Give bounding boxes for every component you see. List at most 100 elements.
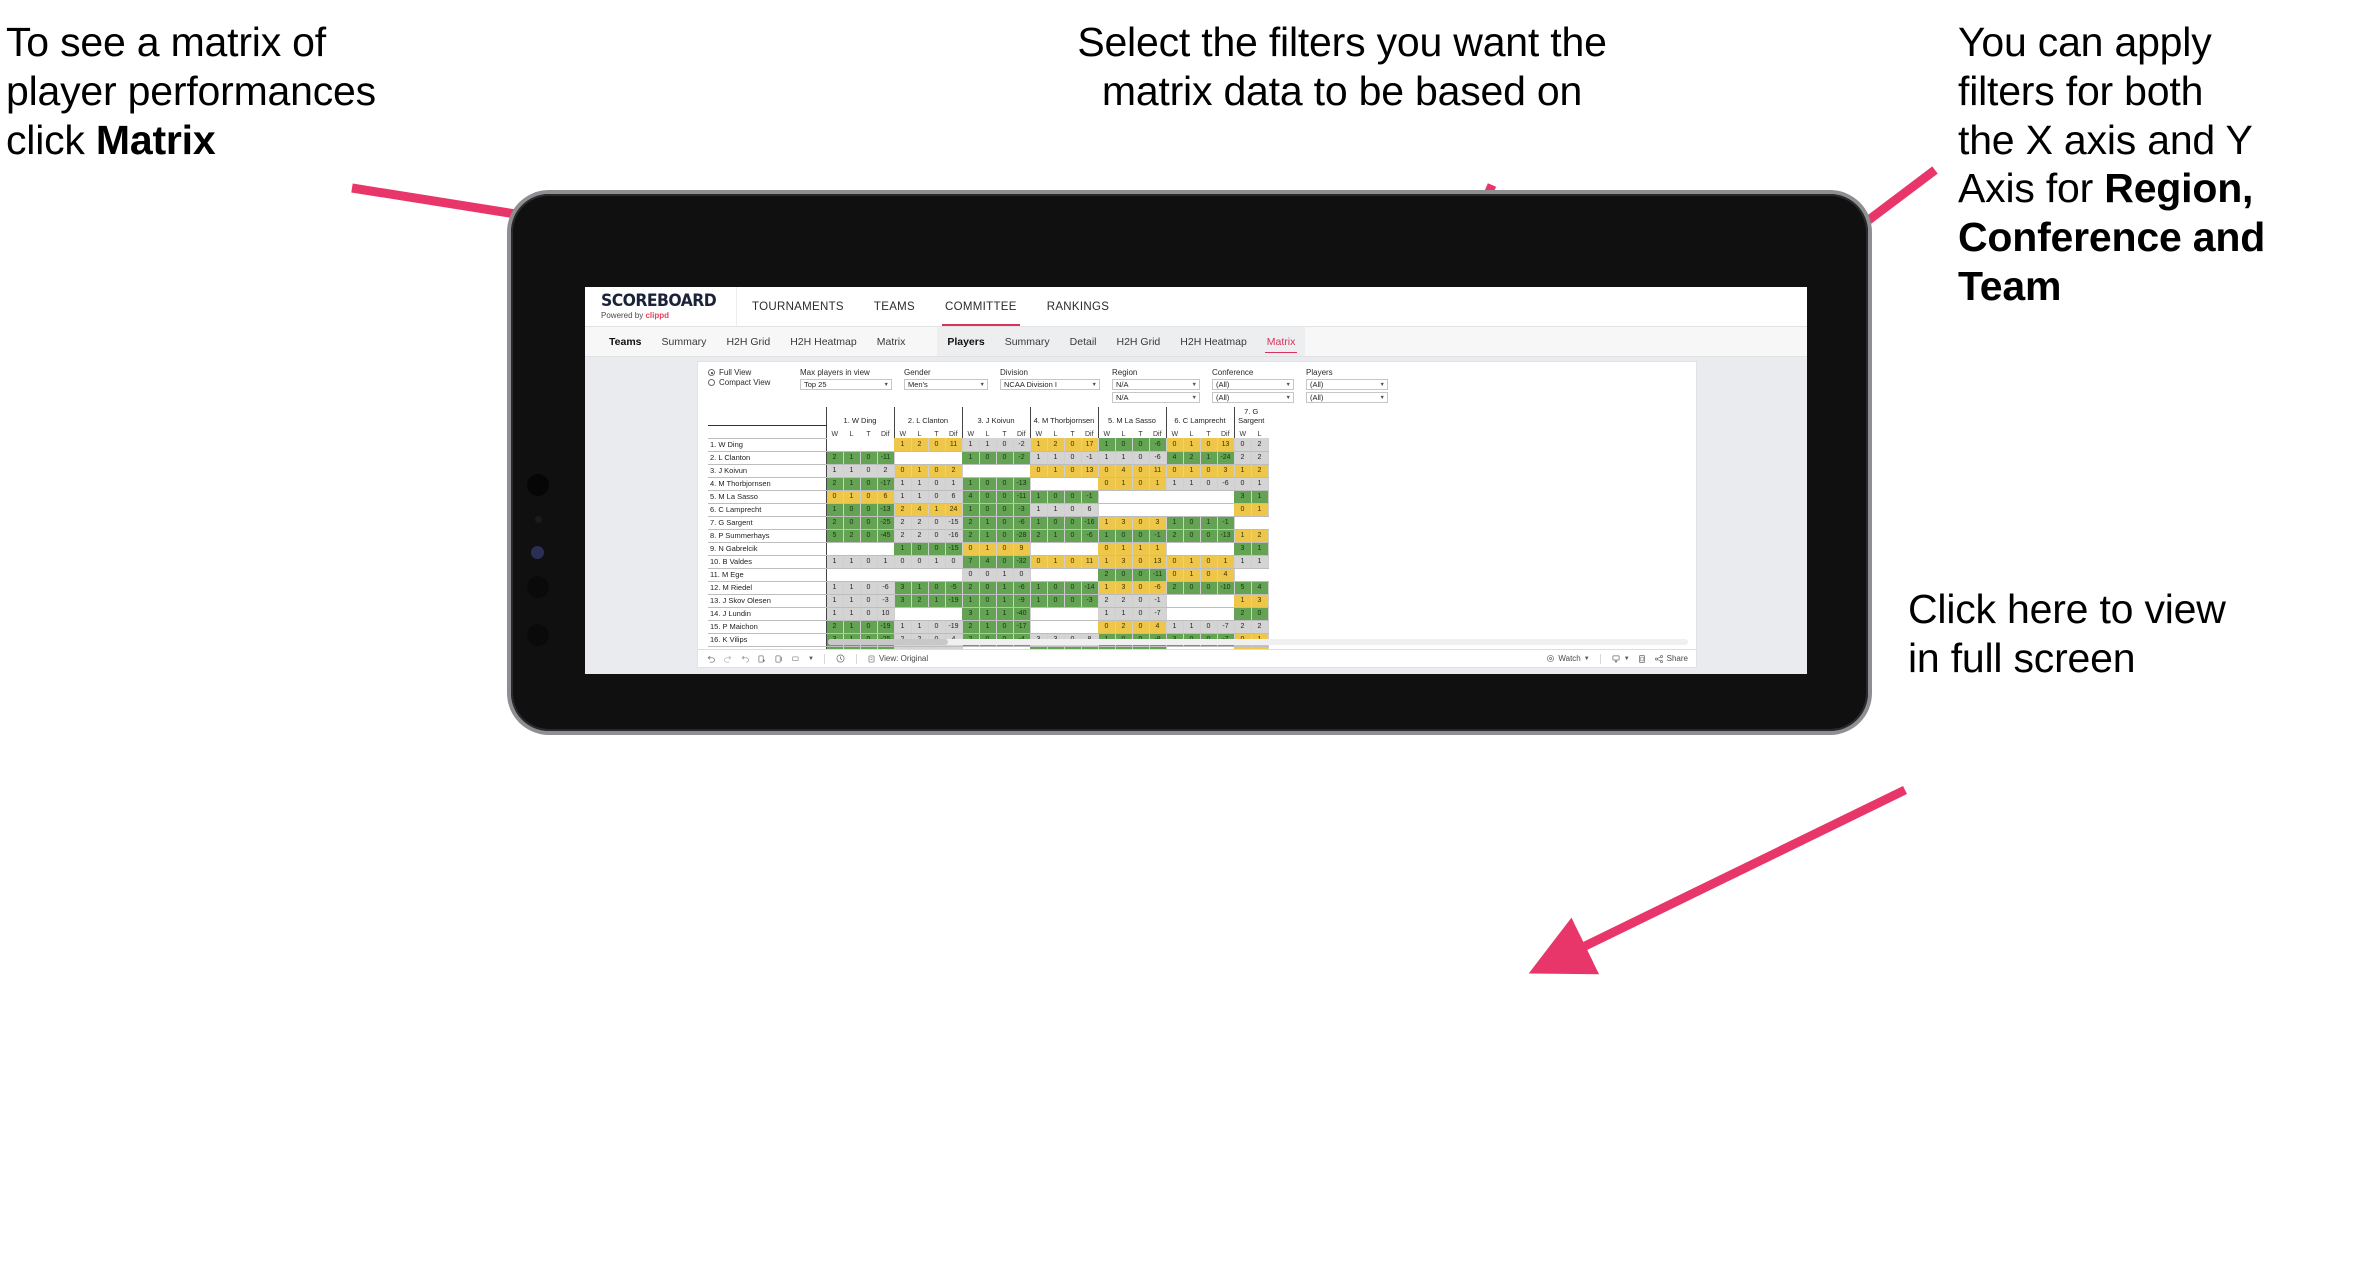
- matrix-cell[interactable]: 1: [843, 594, 861, 608]
- pause-icon[interactable]: [774, 654, 784, 664]
- matrix-cell[interactable]: 0: [1132, 451, 1150, 465]
- matrix-cell[interactable]: -1: [1149, 529, 1167, 543]
- matrix-cell[interactable]: 0: [1097, 620, 1116, 634]
- matrix-cell[interactable]: 1: [1115, 451, 1133, 465]
- matrix-cell[interactable]: -10: [1217, 581, 1235, 595]
- matrix-cell[interactable]: -17: [877, 477, 895, 491]
- matrix-cell[interactable]: 1: [825, 607, 844, 621]
- matrix-cell[interactable]: 2: [825, 477, 844, 491]
- matrix-cell[interactable]: 1: [1183, 477, 1201, 491]
- matrix-cell[interactable]: 1: [893, 542, 912, 556]
- matrix-scrollbar-thumb[interactable]: [828, 639, 948, 645]
- matrix-cell[interactable]: 1: [1233, 464, 1252, 478]
- matrix-cell[interactable]: 0: [1233, 438, 1252, 452]
- matrix-cell[interactable]: 0: [1064, 464, 1082, 478]
- revert-icon[interactable]: [740, 654, 750, 664]
- matrix-cell[interactable]: 1: [1251, 555, 1269, 569]
- matrix-cell[interactable]: -1: [1081, 451, 1099, 465]
- matrix-cell[interactable]: 1: [825, 503, 844, 517]
- matrix-cell[interactable]: 1: [843, 555, 861, 569]
- matrix-cell[interactable]: -16: [1081, 516, 1099, 530]
- matrix-cell[interactable]: -6: [1081, 529, 1099, 543]
- matrix-cell[interactable]: 1: [1029, 516, 1048, 530]
- matrix-cell[interactable]: 2: [825, 451, 844, 465]
- matrix-cell[interactable]: 0: [843, 516, 861, 530]
- matrix-cell[interactable]: 0: [1233, 646, 1252, 649]
- view-original-button[interactable]: View: Original: [867, 654, 928, 664]
- matrix-cell[interactable]: 2: [877, 464, 895, 478]
- matrix-cell[interactable]: 0: [979, 477, 997, 491]
- matrix-cell[interactable]: 2: [1233, 607, 1252, 621]
- matrix-cell[interactable]: 0: [1097, 464, 1116, 478]
- matrix-cell[interactable]: 0: [979, 490, 997, 504]
- matrix-cell[interactable]: 2: [1251, 438, 1269, 452]
- subnav-item-teams-h2h-grid[interactable]: H2H Grid: [716, 327, 780, 356]
- matrix-cell[interactable]: 2: [1251, 529, 1269, 543]
- matrix-cell[interactable]: 1: [1047, 464, 1065, 478]
- matrix-cell[interactable]: -6: [1013, 581, 1031, 595]
- matrix-cell[interactable]: 2: [843, 529, 861, 543]
- matrix-cell[interactable]: -40: [1013, 607, 1031, 621]
- matrix-cell[interactable]: 0: [1115, 646, 1133, 649]
- subnav-item-teams[interactable]: Teams: [599, 327, 652, 356]
- matrix-cell[interactable]: 1: [1183, 555, 1201, 569]
- matrix-cell[interactable]: 0: [1200, 477, 1218, 491]
- matrix-cell[interactable]: 1: [1029, 503, 1048, 517]
- matrix-cell[interactable]: 2: [893, 503, 912, 517]
- matrix-cell[interactable]: 0: [945, 555, 963, 569]
- matrix-cell[interactable]: -7: [877, 646, 895, 649]
- matrix-cell[interactable]: 1: [1029, 594, 1048, 608]
- matrix-cell[interactable]: 1: [1165, 477, 1184, 491]
- matrix-cell[interactable]: 11: [945, 438, 963, 452]
- brand-logo[interactable]: SCOREBOARD Powered by clippd: [585, 287, 737, 326]
- matrix-cell[interactable]: -2: [1013, 438, 1031, 452]
- matrix-cell[interactable]: 1: [1149, 477, 1167, 491]
- matrix-cell[interactable]: 2: [893, 529, 912, 543]
- matrix-cell[interactable]: 0: [1165, 568, 1184, 582]
- matrix-cell[interactable]: 1: [996, 594, 1014, 608]
- matrix-cell[interactable]: 0: [1064, 529, 1082, 543]
- matrix-cell[interactable]: 0: [1115, 438, 1133, 452]
- subnav-item-teams-matrix[interactable]: Matrix: [867, 327, 916, 356]
- matrix-cell[interactable]: 1: [843, 451, 861, 465]
- matrix-cell[interactable]: 1: [1097, 555, 1116, 569]
- matrix-cell[interactable]: 0: [1183, 529, 1201, 543]
- matrix-cell[interactable]: 0: [1013, 568, 1031, 582]
- matrix-cell[interactable]: 0: [1064, 516, 1082, 530]
- matrix-cell[interactable]: -6: [1149, 451, 1167, 465]
- matrix-cell[interactable]: 3: [1217, 464, 1235, 478]
- matrix-cell[interactable]: -7: [1149, 607, 1167, 621]
- matrix-cell[interactable]: 2: [1233, 620, 1252, 634]
- matrix-cell[interactable]: 1: [1132, 542, 1150, 556]
- matrix-cell[interactable]: 11: [1081, 555, 1099, 569]
- matrix-cell[interactable]: 1: [911, 477, 929, 491]
- matrix-cell[interactable]: -25: [877, 516, 895, 530]
- radio-compact-view[interactable]: Compact View: [708, 378, 788, 387]
- matrix-cell[interactable]: -15: [945, 516, 963, 530]
- matrix-cell[interactable]: 0: [979, 503, 997, 517]
- matrix-cell[interactable]: 2: [1115, 594, 1133, 608]
- matrix-cell[interactable]: 2: [825, 620, 844, 634]
- matrix-cell[interactable]: -1: [1081, 490, 1099, 504]
- matrix-cell[interactable]: 3: [1115, 516, 1133, 530]
- matrix-cell[interactable]: 1: [1029, 438, 1048, 452]
- matrix-cell[interactable]: 1: [961, 594, 980, 608]
- matrix-cell[interactable]: 0: [996, 529, 1014, 543]
- matrix-cell[interactable]: 1: [911, 581, 929, 595]
- matrix-cell[interactable]: 1: [1149, 542, 1167, 556]
- matrix-cell[interactable]: 3: [1115, 555, 1133, 569]
- matrix-cell[interactable]: 0: [1200, 555, 1218, 569]
- matrix-cell[interactable]: 0: [1200, 438, 1218, 452]
- fullscreen-icon[interactable]: [1637, 654, 1647, 664]
- matrix-cell[interactable]: 1: [979, 529, 997, 543]
- matrix-cell[interactable]: 1: [1233, 529, 1252, 543]
- matrix-cell[interactable]: 4: [1165, 451, 1184, 465]
- matrix-cell[interactable]: 1: [979, 542, 997, 556]
- matrix-cell[interactable]: 1: [825, 555, 844, 569]
- matrix-cell[interactable]: 0: [1064, 555, 1082, 569]
- matrix-cell[interactable]: 1: [961, 438, 980, 452]
- matrix-cell[interactable]: 0: [928, 464, 946, 478]
- matrix-cell[interactable]: 0: [928, 516, 946, 530]
- hardware-button-top[interactable]: [527, 576, 549, 598]
- matrix-cell[interactable]: 1: [1217, 555, 1235, 569]
